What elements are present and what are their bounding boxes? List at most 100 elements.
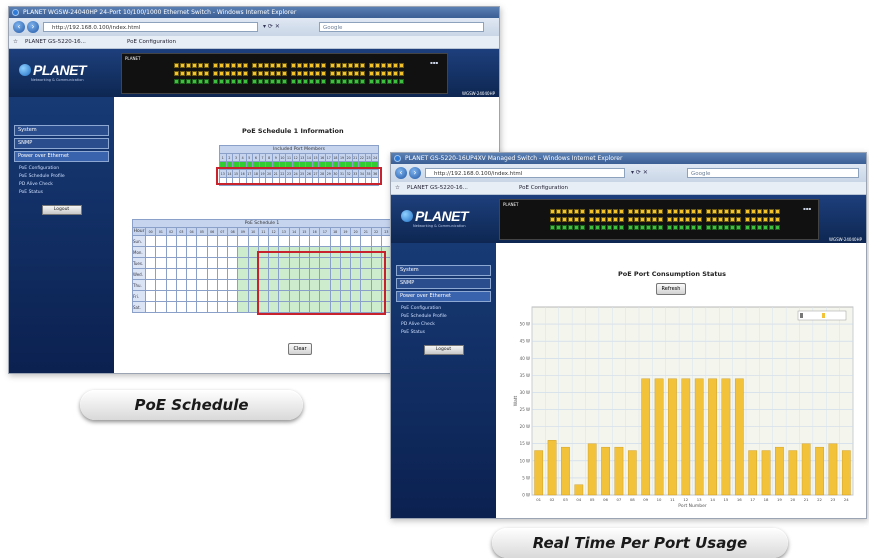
schedule-cell[interactable] (278, 235, 290, 247)
schedule-cell[interactable] (206, 301, 218, 313)
sidebar-item-poe-status[interactable]: PoE Status (401, 329, 496, 337)
sidebar-system[interactable]: System (14, 125, 109, 136)
schedule-cell[interactable] (216, 279, 229, 291)
sidebar-poe[interactable]: Power over Ethernet (396, 291, 491, 302)
sidebar-snmp[interactable]: SNMP (396, 278, 491, 289)
schedule-cell[interactable] (144, 246, 157, 258)
schedule-cell[interactable] (206, 279, 218, 291)
schedule-cell[interactable] (370, 235, 382, 247)
sidebar-item-poe-config[interactable]: PoE Configuration (19, 165, 114, 173)
sidebar-item-poe-status[interactable]: PoE Status (19, 189, 114, 197)
schedule-cell[interactable] (196, 257, 208, 269)
schedule-cell[interactable] (185, 235, 198, 247)
schedule-cell[interactable] (165, 301, 177, 313)
address-bar[interactable]: http://192.168.0.100/index.html (43, 22, 258, 32)
tab-2[interactable]: PoE Configuration (127, 36, 176, 48)
schedule-cell[interactable] (144, 268, 157, 280)
favorites-icon[interactable]: ☆ (395, 182, 400, 194)
schedule-cell[interactable] (155, 290, 167, 302)
tab-2[interactable]: PoE Configuration (519, 182, 568, 194)
schedule-cell[interactable] (165, 257, 177, 269)
schedule-cell[interactable] (226, 290, 239, 302)
schedule-cell[interactable] (206, 246, 218, 258)
schedule-cell[interactable] (185, 301, 198, 313)
schedule-cell[interactable] (144, 235, 157, 247)
back-button[interactable]: ‹ (395, 167, 407, 179)
schedule-cell[interactable] (144, 290, 157, 302)
schedule-cell[interactable] (226, 257, 239, 269)
schedule-cell-on[interactable] (237, 301, 249, 313)
schedule-cell[interactable] (206, 290, 218, 302)
sidebar-item-poe-schedule[interactable]: PoE Schedule Profile (401, 313, 496, 321)
schedule-cell[interactable] (196, 235, 208, 247)
schedule-cell[interactable] (165, 279, 177, 291)
schedule-cell[interactable] (308, 235, 321, 247)
schedule-cell[interactable] (196, 290, 208, 302)
schedule-cell[interactable] (267, 235, 280, 247)
schedule-cell[interactable] (185, 246, 198, 258)
schedule-cell[interactable] (216, 301, 229, 313)
sidebar-item-pd-alive[interactable]: PD Alive Check (19, 181, 114, 189)
schedule-cell[interactable] (165, 268, 177, 280)
schedule-cell[interactable] (165, 290, 177, 302)
schedule-cell[interactable] (216, 268, 229, 280)
schedule-cell[interactable] (247, 235, 259, 247)
schedule-cell[interactable] (257, 235, 270, 247)
schedule-cell[interactable] (175, 235, 188, 247)
schedule-cell[interactable] (144, 279, 157, 291)
logout-button[interactable]: Logout (41, 205, 82, 215)
schedule-cell[interactable] (288, 235, 300, 247)
tab-1[interactable]: PLANET GS-5220-16... (25, 36, 86, 48)
favorites-icon[interactable]: ☆ (13, 36, 18, 48)
address-bar[interactable]: http://192.168.0.100/index.html (425, 168, 625, 178)
schedule-cell[interactable] (144, 301, 157, 313)
schedule-cell[interactable] (206, 268, 218, 280)
schedule-cell[interactable] (226, 246, 239, 258)
sidebar-poe[interactable]: Power over Ethernet (14, 151, 109, 162)
schedule-cell[interactable] (226, 235, 239, 247)
schedule-cell[interactable] (226, 301, 239, 313)
schedule-cell[interactable] (206, 257, 218, 269)
schedule-cell[interactable] (155, 246, 167, 258)
schedule-cell[interactable] (175, 279, 188, 291)
schedule-cell[interactable] (298, 235, 311, 247)
schedule-cell[interactable] (144, 257, 157, 269)
sidebar-system[interactable]: System (396, 265, 491, 276)
schedule-cell[interactable] (196, 268, 208, 280)
schedule-cell[interactable] (226, 279, 239, 291)
schedule-cell[interactable] (216, 246, 229, 258)
schedule-cell[interactable] (319, 235, 331, 247)
schedule-cell[interactable] (165, 246, 177, 258)
back-button[interactable]: ‹ (13, 21, 25, 33)
search-box[interactable]: Google (319, 22, 484, 32)
clear-button[interactable]: Clear (288, 343, 312, 355)
schedule-cell[interactable] (196, 301, 208, 313)
schedule-cell[interactable] (185, 290, 198, 302)
schedule-cell-on[interactable] (237, 268, 249, 280)
schedule-cell[interactable] (175, 301, 188, 313)
schedule-cell[interactable] (329, 235, 341, 247)
forward-button[interactable]: › (27, 21, 39, 33)
toolbar-icons[interactable]: ▾ ⟳ ✕ (631, 168, 648, 178)
sidebar-snmp[interactable]: SNMP (14, 138, 109, 149)
schedule-cell-on[interactable] (237, 290, 249, 302)
schedule-cell[interactable] (155, 301, 167, 313)
schedule-cell[interactable] (175, 257, 188, 269)
schedule-cell[interactable] (196, 279, 208, 291)
schedule-cell-on[interactable] (237, 246, 249, 258)
schedule-cell[interactable] (185, 257, 198, 269)
sidebar-item-pd-alive[interactable]: PD Alive Check (401, 321, 496, 329)
schedule-cell[interactable] (216, 235, 229, 247)
search-box[interactable]: Google (687, 168, 859, 178)
tab-1[interactable]: PLANET GS-5220-16... (407, 182, 468, 194)
schedule-cell-on[interactable] (237, 257, 249, 269)
logout-button[interactable]: Logout (423, 345, 464, 355)
schedule-cell[interactable] (165, 235, 177, 247)
schedule-cell[interactable] (349, 235, 362, 247)
schedule-cell[interactable] (360, 235, 372, 247)
refresh-button[interactable]: Refresh (656, 283, 686, 295)
schedule-cell[interactable] (216, 290, 229, 302)
schedule-cell[interactable] (206, 235, 218, 247)
schedule-cell[interactable] (155, 235, 167, 247)
sidebar-item-poe-config[interactable]: PoE Configuration (401, 305, 496, 313)
